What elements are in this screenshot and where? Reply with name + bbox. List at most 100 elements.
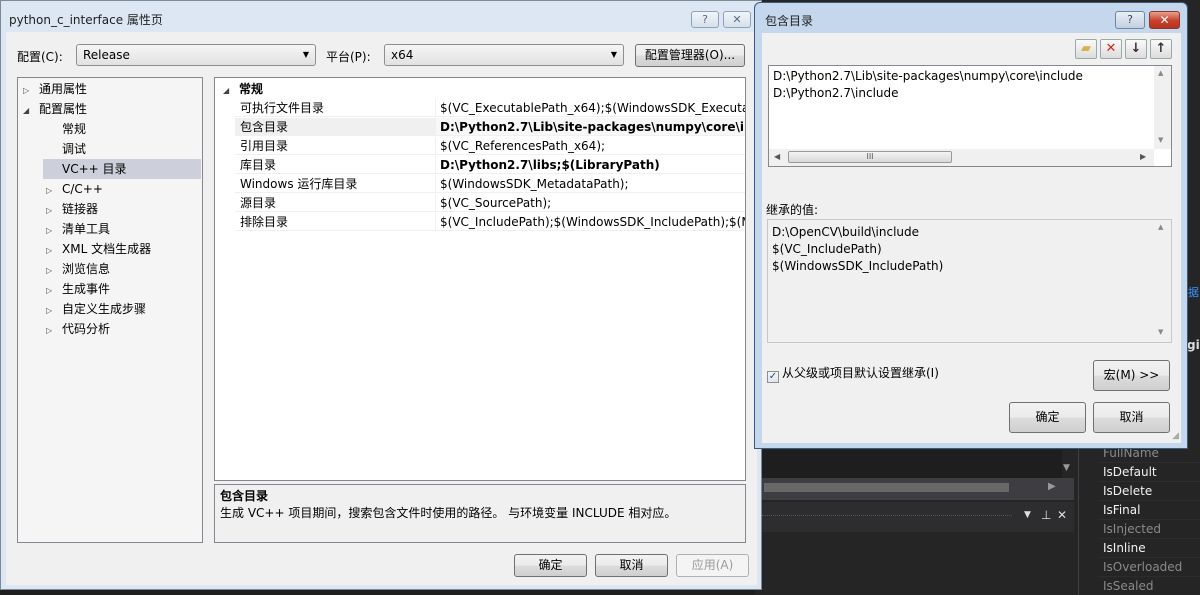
ok-button[interactable]: 确定: [1009, 402, 1086, 433]
property-value[interactable]: D:\Python2.7\libs;$(LibraryPath): [435, 156, 745, 174]
include-path-entry[interactable]: D:\Python2.7\include: [773, 85, 899, 102]
inherited-value: $(VC_IncludePath): [772, 242, 882, 256]
include-paths-editor[interactable]: D:\Python2.7\Lib\site-packages\numpy\cor…: [768, 65, 1172, 167]
close-button[interactable]: ✕: [1149, 11, 1180, 29]
property-item[interactable]: IsSealed: [1098, 577, 1200, 595]
expand-icon[interactable]: ▷: [23, 81, 39, 101]
property-item[interactable]: IsInjected: [1098, 520, 1200, 539]
tree-item-label: 生成事件: [62, 282, 111, 296]
tree-item-debugging[interactable]: 调试: [62, 139, 86, 159]
collapse-icon[interactable]: ◢: [23, 101, 39, 121]
property-value[interactable]: $(VC_ReferencesPath_x64);: [435, 137, 745, 155]
resize-grip-icon[interactable]: ◢: [1172, 431, 1179, 441]
tree-item-general[interactable]: 常规: [62, 119, 86, 139]
grid-row-exclude-dirs[interactable]: 排除目录 $(VC_IncludePath);$(WindowsSDK_Inclu…: [215, 213, 745, 232]
ide-editor-area: [762, 450, 1062, 478]
property-value[interactable]: $(VC_ExecutablePath_x64);$(WindowsSDK_Ex…: [435, 99, 745, 117]
help-button[interactable]: ?: [1115, 11, 1145, 29]
move-down-icon[interactable]: ↓: [1125, 39, 1147, 59]
grid-category-general[interactable]: ◢ 常规: [215, 80, 263, 99]
checkbox-checked-icon[interactable]: ✓: [767, 371, 779, 383]
ide-dropdown-arrow-icon[interactable]: ▼: [1063, 463, 1070, 473]
grid-row-library-dirs[interactable]: 库目录 D:\Python2.7\libs;$(LibraryPath): [215, 156, 745, 175]
tree-item-xml-doc-generator[interactable]: ▷ XML 文档生成器: [46, 239, 151, 259]
cancel-button[interactable]: 取消: [1093, 402, 1170, 433]
config-select-value: Release: [83, 48, 130, 62]
cancel-button[interactable]: 取消: [595, 554, 668, 577]
vertical-scrollbar[interactable]: ▲ ▼: [1154, 66, 1171, 149]
property-item[interactable]: IsFinal: [1098, 501, 1200, 520]
expand-icon[interactable]: ▷: [46, 181, 62, 201]
grid-row-include-dirs[interactable]: 包含目录 D:\Python2.7\Lib\site-packages\numpy…: [215, 118, 745, 137]
tree-item-config-properties[interactable]: ◢ 配置属性: [23, 99, 87, 119]
include-path-entry[interactable]: D:\Python2.7\Lib\site-packages\numpy\cor…: [773, 68, 1083, 85]
ok-button[interactable]: 确定: [514, 554, 587, 577]
scroll-down-icon[interactable]: ▼: [1158, 328, 1163, 336]
scrollbar-thumb[interactable]: III: [788, 151, 952, 163]
tree-item-common-properties[interactable]: ▷ 通用属性: [23, 79, 87, 99]
inherit-checkbox[interactable]: ✓ 从父级或项目默认设置继承(I): [767, 364, 939, 383]
scroll-down-icon[interactable]: ▼: [1158, 136, 1163, 144]
expand-icon[interactable]: ▷: [46, 201, 62, 221]
ide-header-fragment: gio: [1187, 338, 1200, 352]
scrollbar-thumb[interactable]: [764, 483, 1009, 492]
close-button[interactable]: ✕: [723, 11, 751, 28]
grid-row-reference-dirs[interactable]: 引用目录 $(VC_ReferencesPath_x64);: [215, 137, 745, 156]
dialog-body: ▰ ✕ ↓ ↑ D:\Python2.7\Lib\site-packages\n…: [762, 33, 1181, 443]
vertical-scrollbar[interactable]: ▲ ▼: [1154, 220, 1171, 342]
tree-item-manifest-tool[interactable]: ▷ 清单工具: [46, 219, 110, 239]
scroll-right-icon[interactable]: ▶: [1048, 481, 1056, 492]
scroll-left-icon[interactable]: ◀: [774, 152, 780, 161]
tree-item-c-cpp[interactable]: ▷ C/C++: [46, 179, 103, 199]
grid-row-executable-dirs[interactable]: 可执行文件目录 $(VC_ExecutablePath_x64);$(Window…: [215, 99, 745, 118]
scroll-up-icon[interactable]: ▲: [1158, 223, 1163, 231]
new-line-folder-icon[interactable]: ▰: [1075, 39, 1097, 59]
property-item[interactable]: IsDelete: [1098, 482, 1200, 501]
scroll-right-icon[interactable]: ▶: [1140, 152, 1146, 161]
grid-row-source-dirs[interactable]: 源目录 $(VC_SourcePath);: [215, 194, 745, 213]
expand-icon[interactable]: ▷: [46, 241, 62, 261]
config-select[interactable]: Release ▼: [76, 44, 316, 66]
property-name: 包含目录: [235, 118, 435, 136]
description-title: 包含目录: [220, 489, 269, 503]
platform-select[interactable]: x64 ▼: [384, 44, 624, 66]
category-label: 常规: [239, 82, 264, 96]
property-item[interactable]: IsOverloaded: [1098, 558, 1200, 577]
move-up-icon[interactable]: ↑: [1150, 39, 1172, 59]
delete-line-icon[interactable]: ✕: [1100, 39, 1122, 59]
expand-icon[interactable]: ▷: [46, 301, 62, 321]
property-item[interactable]: IsDefault: [1098, 463, 1200, 482]
tree-item-browse-info[interactable]: ▷ 浏览信息: [46, 259, 110, 279]
property-value[interactable]: $(VC_SourcePath);: [435, 194, 745, 212]
macros-button[interactable]: 宏(M) >>: [1093, 360, 1170, 391]
tree-item-label: 调试: [62, 142, 87, 156]
property-value[interactable]: D:\Python2.7\Lib\site-packages\numpy\cor…: [435, 118, 745, 136]
expand-icon[interactable]: ▷: [46, 281, 62, 301]
tree-item-label: VC++ 目录: [62, 162, 127, 176]
expand-icon[interactable]: ▷: [46, 321, 62, 341]
tree-item-custom-build-step[interactable]: ▷ 自定义生成步骤: [46, 299, 146, 319]
settings-tree: ▷ 通用属性 ◢ 配置属性 常规 调试 VC++ 目录 ▷ C/C++ ▷ 链接器 ▷ 清…: [17, 77, 203, 543]
grid-row-winrt-dirs[interactable]: Windows 运行库目录 $(WindowsSDK_MetadataPath);: [215, 175, 745, 194]
property-value[interactable]: $(WindowsSDK_MetadataPath);: [435, 175, 745, 193]
horizontal-scrollbar[interactable]: ◀ III ▶: [769, 149, 1154, 166]
pin-icon[interactable]: ⊥: [1041, 508, 1051, 522]
help-button[interactable]: ?: [691, 11, 719, 28]
ide-horizontal-scrollbar[interactable]: ▶: [762, 478, 1074, 500]
expand-icon[interactable]: ▷: [46, 221, 62, 241]
config-manager-button[interactable]: 配置管理器(O)...: [635, 44, 745, 67]
tree-item-code-analysis[interactable]: ▷ 代码分析: [46, 319, 110, 339]
tree-item-label: 清单工具: [62, 222, 111, 236]
close-icon[interactable]: ✕: [1057, 508, 1067, 522]
tree-item-build-events[interactable]: ▷ 生成事件: [46, 279, 110, 299]
property-item[interactable]: IsInline: [1098, 539, 1200, 558]
tree-item-linker[interactable]: ▷ 链接器: [46, 199, 98, 219]
property-value[interactable]: $(VC_IncludePath);$(WindowsSDK_IncludePa…: [435, 213, 745, 231]
apply-button[interactable]: 应用(A): [676, 554, 749, 577]
tree-item-vc-directories[interactable]: VC++ 目录: [43, 159, 201, 179]
collapse-icon[interactable]: ◢: [215, 81, 239, 100]
window-position-dropdown-icon[interactable]: ▼: [1024, 510, 1031, 520]
expand-icon[interactable]: ▷: [46, 261, 62, 281]
scroll-up-icon[interactable]: ▲: [1158, 69, 1163, 77]
inherited-value: $(WindowsSDK_IncludePath): [772, 259, 944, 273]
